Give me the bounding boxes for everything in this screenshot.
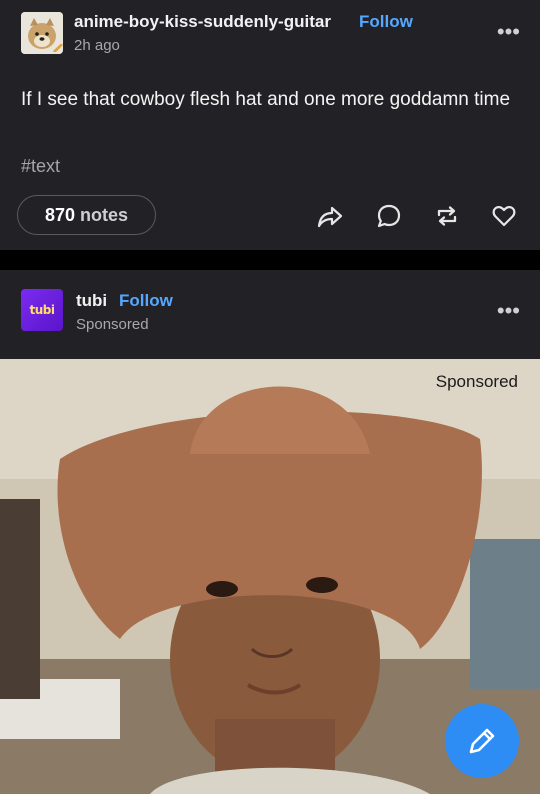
pencil-icon: [469, 728, 495, 754]
heart-icon: [492, 205, 516, 227]
compose-button[interactable]: [445, 704, 519, 778]
more-options-icon[interactable]: •••: [497, 300, 520, 322]
notes-label: notes: [80, 204, 129, 225]
share-button[interactable]: [316, 202, 344, 230]
follow-button[interactable]: Follow: [359, 12, 413, 32]
comment-icon: [377, 204, 401, 228]
tubi-logo: tubi: [29, 303, 55, 317]
blog-name[interactable]: anime-boy-kiss-suddenly-guitar: [74, 12, 331, 32]
reblog-icon: [437, 206, 457, 226]
sponsored-label: Sponsored: [76, 316, 149, 333]
tubi-avatar[interactable]: tubi: [21, 289, 63, 331]
share-icon: [317, 206, 343, 228]
follow-button[interactable]: Follow: [119, 291, 173, 311]
notes-count: 870: [44, 204, 76, 225]
post-card: anime-boy-kiss-suddenly-guitar Follow 2h…: [0, 0, 540, 250]
like-button[interactable]: [490, 202, 518, 230]
post-time: 2h ago: [74, 37, 120, 54]
image-sponsored-label: Sponsored: [435, 372, 518, 391]
post-body: If I see that cowboy flesh hat and one m…: [21, 89, 511, 110]
notes-button[interactable]: 870 notes: [17, 195, 156, 235]
pen-badge-icon: [53, 43, 63, 52]
reply-button[interactable]: [375, 202, 403, 230]
blog-name[interactable]: tubi: [76, 291, 107, 311]
reblog-button[interactable]: [433, 202, 461, 230]
more-options-icon[interactable]: •••: [497, 21, 520, 43]
post-tag[interactable]: #text: [21, 156, 60, 177]
